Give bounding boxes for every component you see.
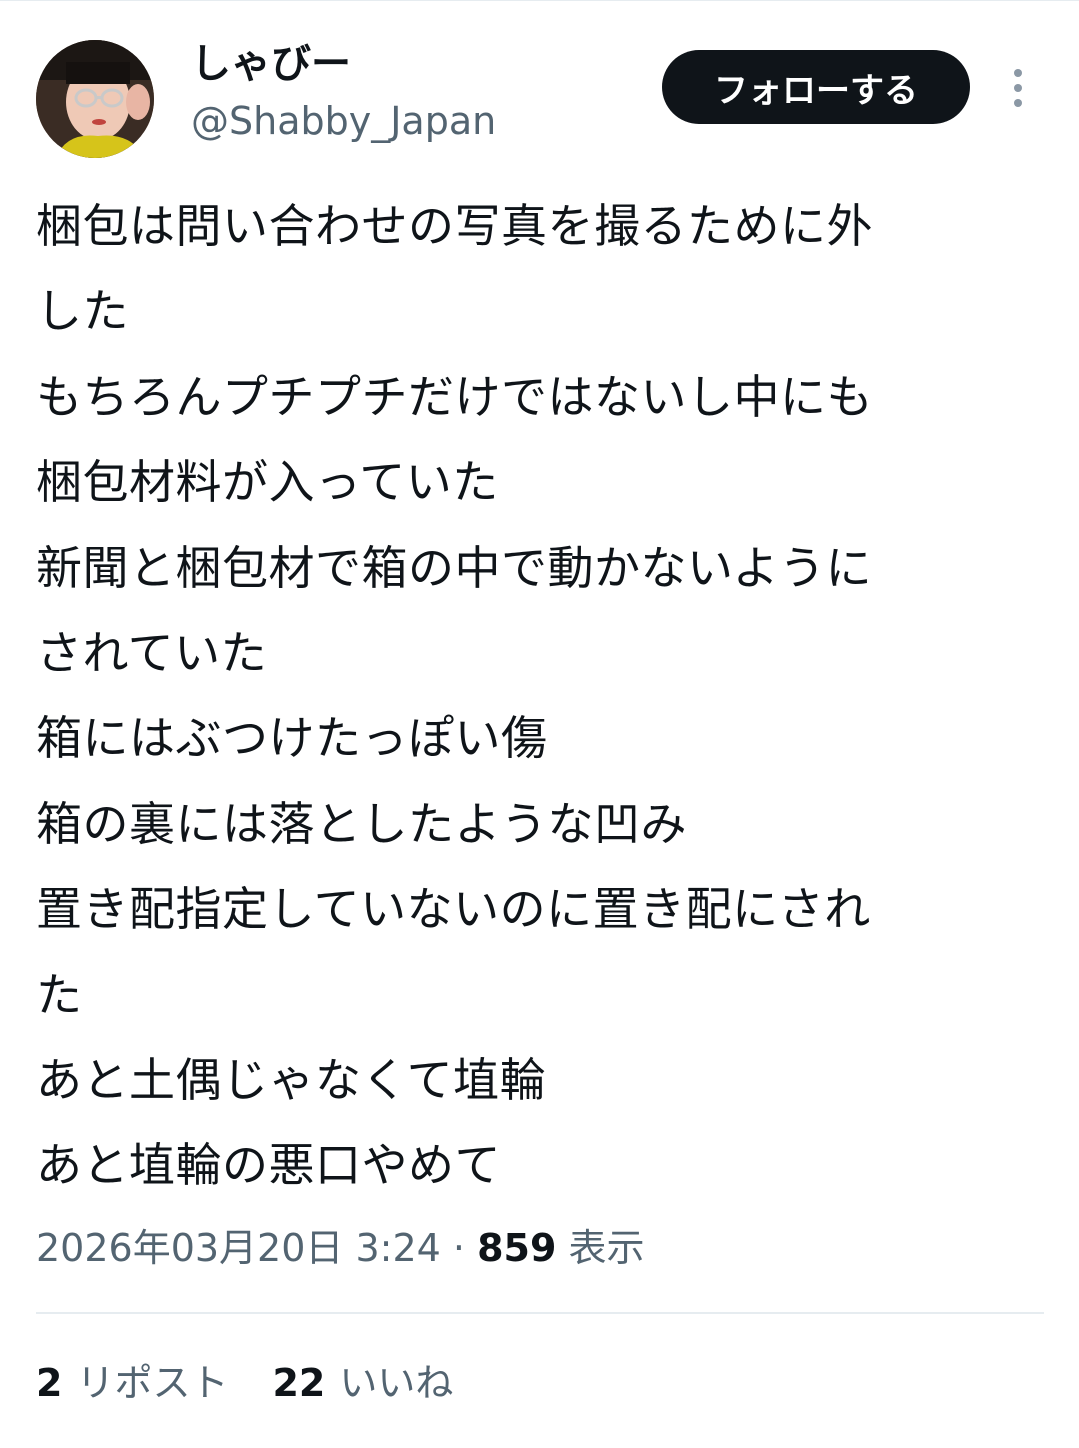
tweet-line: 箱にはぶつけたっぽい傷 xyxy=(36,711,548,766)
tweet-line: 新聞と梱包材で箱の中で動かないように xyxy=(36,540,873,595)
top-divider xyxy=(0,0,1079,1)
tweet-line: た xyxy=(36,967,83,1022)
user-avatar-icon[interactable] xyxy=(36,40,154,158)
follow-button[interactable]: フォローする xyxy=(662,50,970,124)
more-dot xyxy=(1014,69,1022,77)
tweet-line: あと埴輪の悪口やめて xyxy=(36,1138,501,1193)
likes-count: 22 xyxy=(272,1361,326,1405)
tweet-line: 置き配指定していないのに置き配にされ xyxy=(36,882,871,937)
more-dot xyxy=(1014,99,1022,107)
tweet-header: しゃびー @Shabby_Japan フォローする xyxy=(36,38,1046,160)
likes-stat[interactable]: 22 いいね xyxy=(272,1357,453,1409)
reposts-stat[interactable]: 2 リポスト xyxy=(36,1357,228,1409)
more-vertical-icon[interactable] xyxy=(1002,60,1034,116)
tweet-line: 梱包は問い合わせの写真を撮るために外 xyxy=(36,199,873,253)
tweet-meta: 2026年03月20日 3:24 · 859 表示 xyxy=(36,1222,645,1274)
tweet-timestamp[interactable]: 2026年03月20日 3:24 xyxy=(36,1226,441,1270)
meta-separator: · xyxy=(440,1226,478,1270)
tweet-line: もちろんプチプチだけではないし中にも xyxy=(36,369,873,424)
more-dot xyxy=(1014,84,1022,92)
tweet-text: 梱包は問い合わせの写真を撮るために外 した もちろんプチプチだけではないし中にも… xyxy=(36,184,1026,1209)
views-count: 859 xyxy=(477,1226,557,1270)
views-label: 表示 xyxy=(556,1226,645,1270)
engagement-stats: 2 リポスト 22 いいね xyxy=(36,1357,453,1409)
tweet-line: 梱包材料が入っていた xyxy=(36,455,499,510)
user-handle[interactable]: @Shabby_Japan xyxy=(191,96,496,146)
tweet-line: した xyxy=(36,284,129,339)
reposts-count: 2 xyxy=(36,1361,63,1405)
stats-divider xyxy=(36,1312,1044,1314)
tweet-line: 箱の裏には落としたような凹み xyxy=(36,796,687,851)
tweet-line: されていた xyxy=(36,625,268,680)
likes-label: いいね xyxy=(339,1361,454,1405)
tweet-line: あと土偶じゃなくて埴輪 xyxy=(36,1052,547,1107)
display-name[interactable]: しゃびー xyxy=(191,38,496,90)
user-info: しゃびー @Shabby_Japan xyxy=(191,38,496,146)
reposts-label: リポスト xyxy=(76,1361,229,1405)
